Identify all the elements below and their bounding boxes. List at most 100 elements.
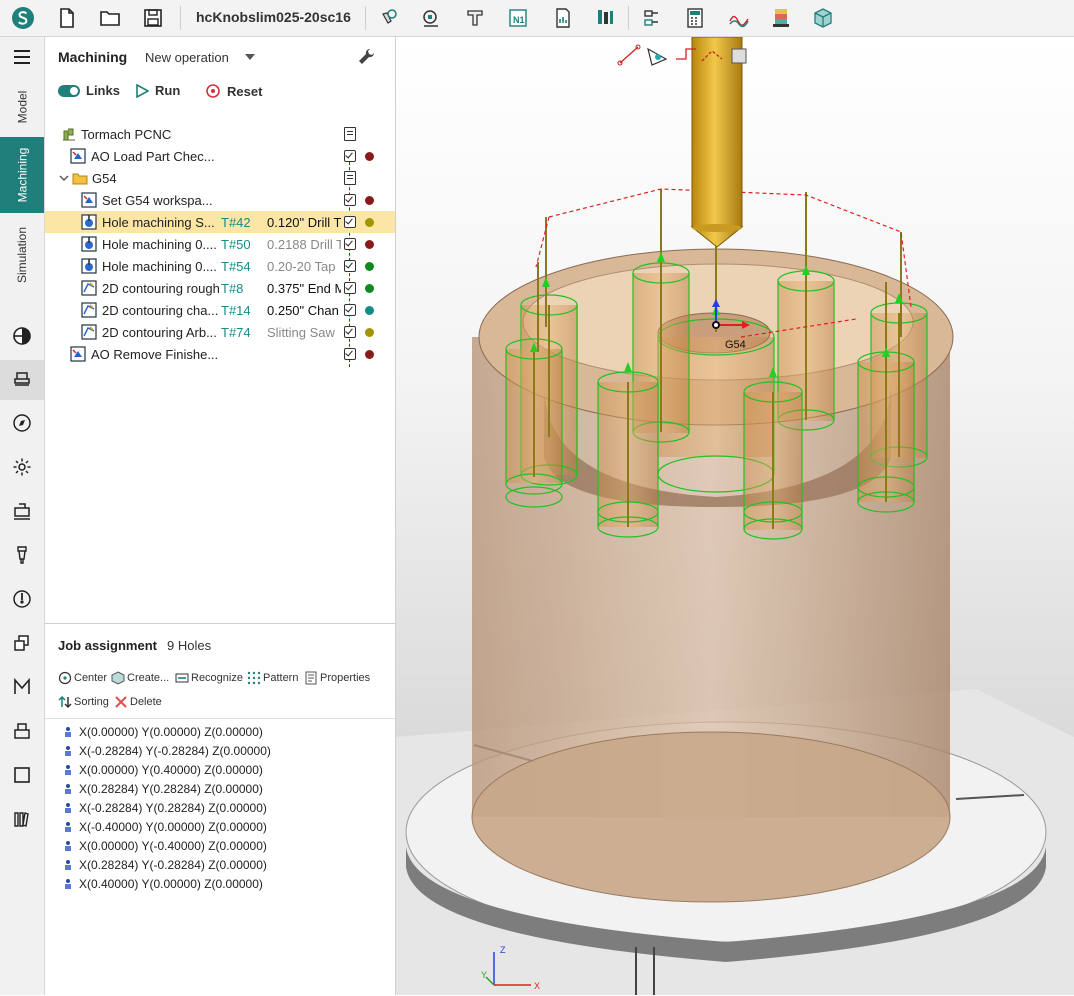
list-item[interactable]: X(0.40000) Y(0.00000) Z(0.00000) <box>63 877 263 891</box>
list-item[interactable]: X(0.00000) Y(0.00000) Z(0.00000) <box>63 725 263 739</box>
stock-icon[interactable] <box>766 3 796 33</box>
tree-item-workspace[interactable]: G54 <box>45 167 395 189</box>
list-item[interactable]: X(0.28284) Y(0.28284) Z(0.00000) <box>63 782 263 796</box>
copy-icon[interactable] <box>8 629 36 657</box>
toggle-icon[interactable] <box>637 3 667 33</box>
tree-item-load-part[interactable]: AO Load Part Chec... <box>45 145 395 167</box>
checkbox[interactable] <box>344 260 356 272</box>
probe-icon[interactable] <box>8 585 36 613</box>
magnet-icon[interactable] <box>374 3 404 33</box>
fixture-icon[interactable] <box>460 3 490 33</box>
reset-button[interactable]: Reset <box>205 83 262 99</box>
material-icon[interactable] <box>8 322 36 350</box>
machine-icon[interactable] <box>0 360 44 400</box>
checkbox[interactable] <box>344 216 356 228</box>
new-operation-dropdown[interactable]: New operation <box>145 50 229 65</box>
tree-item-remove-part[interactable]: AO Remove Finishe... <box>45 343 395 365</box>
list-item[interactable]: X(-0.28284) Y(-0.28284) Z(0.00000) <box>63 744 271 758</box>
nc-program-icon[interactable]: N1 <box>503 3 533 33</box>
report-icon[interactable] <box>548 3 578 33</box>
pattern-icon <box>247 671 261 685</box>
workpiece-icon[interactable] <box>8 497 36 525</box>
panel-title: Machining <box>58 49 128 65</box>
operation-icon <box>81 192 97 208</box>
checkbox[interactable] <box>344 150 356 162</box>
list-item[interactable]: X(0.28284) Y(-0.28284) Z(0.00000) <box>63 858 267 872</box>
holes-count: 9 Holes <box>167 638 212 653</box>
create-button[interactable]: Create... <box>111 671 169 685</box>
open-folder-icon[interactable] <box>95 3 125 33</box>
gear-icon[interactable] <box>8 453 36 481</box>
new-file-icon[interactable] <box>52 3 82 33</box>
left-rail: Model Machining Simulation <box>0 37 45 995</box>
status-dot <box>365 240 374 249</box>
list-item[interactable]: X(-0.28284) Y(0.28284) Z(0.00000) <box>63 801 267 815</box>
operation-icon <box>70 346 86 362</box>
note-icon[interactable] <box>344 171 356 185</box>
part-setup-icon[interactable] <box>416 3 446 33</box>
properties-button[interactable]: Properties <box>304 671 370 685</box>
hole-point-icon <box>65 803 71 813</box>
run-button[interactable]: Run <box>135 83 180 98</box>
folder-icon <box>72 173 88 185</box>
tree-item-operation[interactable]: 2D contouring rough T#8 0.375" End M <box>45 277 395 299</box>
library-icon[interactable] <box>8 805 36 833</box>
links-toggle[interactable]: Links <box>58 83 120 98</box>
properties-icon <box>305 671 317 685</box>
app-logo-icon[interactable] <box>8 3 38 33</box>
sort-icon <box>58 695 72 709</box>
tree-item-operation[interactable]: 2D contouring Arb... T#74 Slitting Saw <box>45 321 395 343</box>
macro-icon[interactable] <box>8 673 36 701</box>
list-item[interactable]: X(0.00000) Y(-0.40000) Z(0.00000) <box>63 839 267 853</box>
checkbox[interactable] <box>344 282 356 294</box>
toolbar-separator <box>365 6 366 30</box>
checkbox[interactable] <box>344 326 356 338</box>
checkbox[interactable] <box>344 194 356 206</box>
tab-machining[interactable]: Machining <box>0 137 44 213</box>
compass-icon[interactable] <box>8 409 36 437</box>
drill-tool <box>691 37 743 228</box>
tab-model[interactable]: Model <box>0 79 44 135</box>
main-toolbar: hcKnobslim025-20sc16 N1 <box>0 0 1074 37</box>
calculator-icon[interactable] <box>680 3 710 33</box>
tree-item-machine[interactable]: Tormach PCNC <box>45 123 395 145</box>
chevron-down-icon[interactable] <box>245 54 255 60</box>
tree-item-operation[interactable]: Hole machining 0.... T#50 0.2188 Drill T <box>45 233 395 255</box>
status-dot <box>365 328 374 337</box>
axis-x-label: X <box>534 981 541 991</box>
graph-icon[interactable] <box>724 3 754 33</box>
hamburger-menu-icon[interactable] <box>8 43 36 71</box>
delete-button[interactable]: Delete <box>114 695 162 709</box>
tree-item-operation[interactable]: Hole machining 0.... T#54 0.20-20 Tap <box>45 255 395 277</box>
cube-icon[interactable] <box>808 3 838 33</box>
tree-item-operation[interactable]: 2D contouring cha... T#14 0.250" Chan <box>45 299 395 321</box>
list-item[interactable]: X(-0.40000) Y(0.00000) Z(0.00000) <box>63 820 267 834</box>
hole-point-icon <box>65 822 71 832</box>
post-processor-icon[interactable] <box>8 717 36 745</box>
note-icon[interactable] <box>344 127 356 141</box>
3d-viewport[interactable]: G54 Z Y X <box>396 37 1074 995</box>
checkbox[interactable] <box>344 304 356 316</box>
status-dot <box>365 196 374 205</box>
center-button[interactable]: Center <box>58 671 107 685</box>
tree-item-operation[interactable]: Hole machining S... T#42 0.120" Drill T <box>45 211 395 233</box>
machining-scene <box>396 37 1074 995</box>
recognize-button[interactable]: Recognize <box>175 671 243 685</box>
checkbox[interactable] <box>344 348 356 360</box>
tab-simulation[interactable]: Simulation <box>0 215 44 295</box>
checkbox[interactable] <box>344 238 356 250</box>
wrench-icon[interactable] <box>357 47 377 67</box>
sorting-button[interactable]: Sorting <box>58 695 109 709</box>
square-icon[interactable] <box>8 761 36 789</box>
tools-icon[interactable] <box>590 3 620 33</box>
list-item[interactable]: X(0.00000) Y(0.40000) Z(0.00000) <box>63 763 263 777</box>
pattern-button[interactable]: Pattern <box>247 671 298 685</box>
drill-tool-icon[interactable] <box>8 541 36 569</box>
tree-item-set-workspace[interactable]: Set G54 workspa... <box>45 189 395 211</box>
chevron-down-icon[interactable] <box>59 170 69 186</box>
document-title: hcKnobslim025-20sc16 <box>196 9 351 25</box>
hole-point-icon <box>65 841 71 851</box>
job-assignment-title: Job assignment <box>58 638 157 653</box>
save-icon[interactable] <box>138 3 168 33</box>
status-dot <box>365 284 374 293</box>
